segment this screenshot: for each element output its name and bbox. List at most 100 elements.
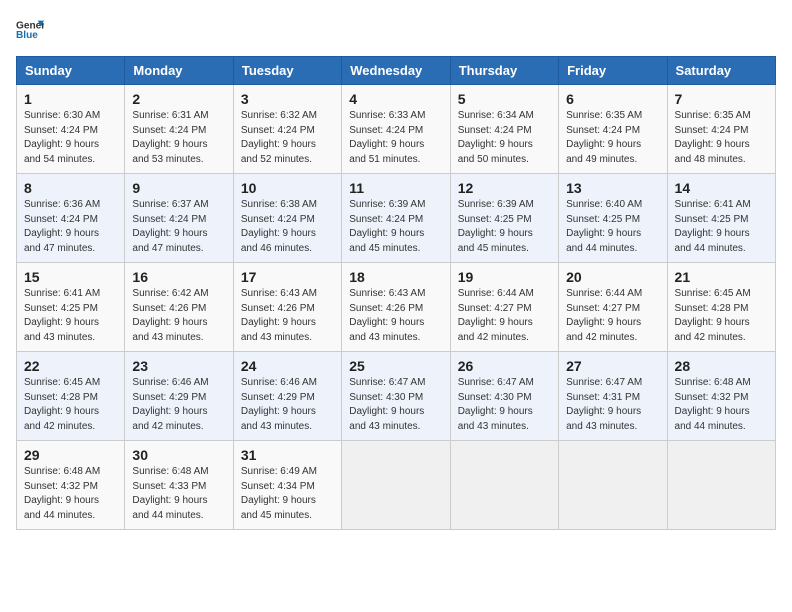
calendar-week-2: 8 Sunrise: 6:36 AMSunset: 4:24 PMDaylight… bbox=[17, 174, 776, 263]
day-info: Sunrise: 6:47 AMSunset: 4:30 PMDaylight:… bbox=[458, 376, 551, 434]
day-info: Sunrise: 6:34 AMSunset: 4:24 PMDaylight:… bbox=[458, 109, 551, 167]
day-number: 9 bbox=[132, 180, 225, 196]
calendar-cell: 5 Sunrise: 6:34 AMSunset: 4:24 PMDaylight… bbox=[450, 85, 558, 174]
day-info: Sunrise: 6:45 AMSunset: 4:28 PMDaylight:… bbox=[24, 376, 117, 434]
day-number: 18 bbox=[349, 269, 442, 285]
calendar-cell: 25 Sunrise: 6:47 AMSunset: 4:30 PMDayligh… bbox=[342, 352, 450, 441]
day-number: 14 bbox=[675, 180, 768, 196]
day-info: Sunrise: 6:44 AMSunset: 4:27 PMDaylight:… bbox=[458, 287, 551, 345]
day-info: Sunrise: 6:39 AMSunset: 4:25 PMDaylight:… bbox=[458, 198, 551, 256]
day-number: 16 bbox=[132, 269, 225, 285]
day-number: 5 bbox=[458, 91, 551, 107]
day-number: 23 bbox=[132, 358, 225, 374]
calendar-cell: 4 Sunrise: 6:33 AMSunset: 4:24 PMDaylight… bbox=[342, 85, 450, 174]
calendar-header: SundayMondayTuesdayWednesdayThursdayFrid… bbox=[17, 57, 776, 85]
calendar-cell bbox=[559, 441, 667, 530]
calendar-cell: 31 Sunrise: 6:49 AMSunset: 4:34 PMDayligh… bbox=[233, 441, 341, 530]
day-number: 24 bbox=[241, 358, 334, 374]
day-info: Sunrise: 6:46 AMSunset: 4:29 PMDaylight:… bbox=[132, 376, 225, 434]
day-number: 8 bbox=[24, 180, 117, 196]
day-info: Sunrise: 6:32 AMSunset: 4:24 PMDaylight:… bbox=[241, 109, 334, 167]
day-number: 6 bbox=[566, 91, 659, 107]
calendar-cell: 26 Sunrise: 6:47 AMSunset: 4:30 PMDayligh… bbox=[450, 352, 558, 441]
day-info: Sunrise: 6:47 AMSunset: 4:30 PMDaylight:… bbox=[349, 376, 442, 434]
calendar-cell bbox=[450, 441, 558, 530]
day-number: 29 bbox=[24, 447, 117, 463]
calendar-cell: 13Sunrise: 6:40 AMSunset: 4:25 PMDayligh… bbox=[559, 174, 667, 263]
day-info: Sunrise: 6:36 AMSunset: 4:24 PMDaylight:… bbox=[24, 198, 117, 256]
day-info: Sunrise: 6:33 AMSunset: 4:24 PMDaylight:… bbox=[349, 109, 442, 167]
day-number: 4 bbox=[349, 91, 442, 107]
day-number: 7 bbox=[675, 91, 768, 107]
calendar-cell: 20Sunrise: 6:44 AMSunset: 4:27 PMDayligh… bbox=[559, 263, 667, 352]
calendar-week-3: 15Sunrise: 6:41 AMSunset: 4:25 PMDayligh… bbox=[17, 263, 776, 352]
day-info: Sunrise: 6:31 AMSunset: 4:24 PMDaylight:… bbox=[132, 109, 225, 167]
calendar-cell: 19 Sunrise: 6:44 AMSunset: 4:27 PMDayligh… bbox=[450, 263, 558, 352]
day-number: 10 bbox=[241, 180, 334, 196]
calendar-cell: 1Sunrise: 6:30 AMSunset: 4:24 PMDaylight… bbox=[17, 85, 125, 174]
day-number: 2 bbox=[132, 91, 225, 107]
logo: General Blue bbox=[16, 16, 44, 44]
day-number: 25 bbox=[349, 358, 442, 374]
calendar-cell: 12Sunrise: 6:39 AMSunset: 4:25 PMDayligh… bbox=[450, 174, 558, 263]
day-info: Sunrise: 6:38 AMSunset: 4:24 PMDaylight:… bbox=[241, 198, 334, 256]
day-info: Sunrise: 6:48 AMSunset: 4:32 PMDaylight:… bbox=[675, 376, 768, 434]
calendar-week-1: 1Sunrise: 6:30 AMSunset: 4:24 PMDaylight… bbox=[17, 85, 776, 174]
calendar-week-5: 29Sunrise: 6:48 AMSunset: 4:32 PMDayligh… bbox=[17, 441, 776, 530]
day-number: 28 bbox=[675, 358, 768, 374]
svg-text:Blue: Blue bbox=[16, 30, 38, 41]
day-info: Sunrise: 6:42 AMSunset: 4:26 PMDaylight:… bbox=[132, 287, 225, 345]
day-info: Sunrise: 6:43 AMSunset: 4:26 PMDaylight:… bbox=[241, 287, 334, 345]
day-number: 27 bbox=[566, 358, 659, 374]
calendar-table: SundayMondayTuesdayWednesdayThursdayFrid… bbox=[16, 56, 776, 530]
day-number: 21 bbox=[675, 269, 768, 285]
day-info: Sunrise: 6:45 AMSunset: 4:28 PMDaylight:… bbox=[675, 287, 768, 345]
calendar-cell: 9 Sunrise: 6:37 AMSunset: 4:24 PMDaylight… bbox=[125, 174, 233, 263]
day-info: Sunrise: 6:39 AMSunset: 4:24 PMDaylight:… bbox=[349, 198, 442, 256]
calendar-cell: 2 Sunrise: 6:31 AMSunset: 4:24 PMDaylight… bbox=[125, 85, 233, 174]
calendar-cell: 3 Sunrise: 6:32 AMSunset: 4:24 PMDaylight… bbox=[233, 85, 341, 174]
calendar-cell: 7Sunrise: 6:35 AMSunset: 4:24 PMDaylight… bbox=[667, 85, 775, 174]
day-info: Sunrise: 6:49 AMSunset: 4:34 PMDaylight:… bbox=[241, 465, 334, 523]
calendar-body: 1Sunrise: 6:30 AMSunset: 4:24 PMDaylight… bbox=[17, 85, 776, 530]
calendar-week-4: 22Sunrise: 6:45 AMSunset: 4:28 PMDayligh… bbox=[17, 352, 776, 441]
calendar-cell bbox=[667, 441, 775, 530]
day-number: 15 bbox=[24, 269, 117, 285]
calendar-cell: 29Sunrise: 6:48 AMSunset: 4:32 PMDayligh… bbox=[17, 441, 125, 530]
calendar-cell: 6 Sunrise: 6:35 AMSunset: 4:24 PMDaylight… bbox=[559, 85, 667, 174]
calendar-cell: 17 Sunrise: 6:43 AMSunset: 4:26 PMDayligh… bbox=[233, 263, 341, 352]
day-number: 26 bbox=[458, 358, 551, 374]
day-info: Sunrise: 6:47 AMSunset: 4:31 PMDaylight:… bbox=[566, 376, 659, 434]
day-number: 3 bbox=[241, 91, 334, 107]
header-wednesday: Wednesday bbox=[342, 57, 450, 85]
calendar-cell: 22Sunrise: 6:45 AMSunset: 4:28 PMDayligh… bbox=[17, 352, 125, 441]
header-sunday: Sunday bbox=[17, 57, 125, 85]
day-info: Sunrise: 6:41 AMSunset: 4:25 PMDaylight:… bbox=[675, 198, 768, 256]
day-number: 11 bbox=[349, 180, 442, 196]
header-monday: Monday bbox=[125, 57, 233, 85]
day-info: Sunrise: 6:35 AMSunset: 4:24 PMDaylight:… bbox=[566, 109, 659, 167]
day-info: Sunrise: 6:30 AMSunset: 4:24 PMDaylight:… bbox=[24, 109, 117, 167]
header-friday: Friday bbox=[559, 57, 667, 85]
calendar-cell: 8 Sunrise: 6:36 AMSunset: 4:24 PMDaylight… bbox=[17, 174, 125, 263]
header-tuesday: Tuesday bbox=[233, 57, 341, 85]
day-number: 31 bbox=[241, 447, 334, 463]
calendar-cell: 23 Sunrise: 6:46 AMSunset: 4:29 PMDayligh… bbox=[125, 352, 233, 441]
day-info: Sunrise: 6:37 AMSunset: 4:24 PMDaylight:… bbox=[132, 198, 225, 256]
calendar-cell: 11 Sunrise: 6:39 AMSunset: 4:24 PMDayligh… bbox=[342, 174, 450, 263]
page-header: General Blue bbox=[16, 16, 776, 44]
logo-icon: General Blue bbox=[16, 16, 44, 44]
day-info: Sunrise: 6:48 AMSunset: 4:33 PMDaylight:… bbox=[132, 465, 225, 523]
day-info: Sunrise: 6:44 AMSunset: 4:27 PMDaylight:… bbox=[566, 287, 659, 345]
day-number: 19 bbox=[458, 269, 551, 285]
calendar-cell: 21 Sunrise: 6:45 AMSunset: 4:28 PMDayligh… bbox=[667, 263, 775, 352]
calendar-cell: 24 Sunrise: 6:46 AMSunset: 4:29 PMDayligh… bbox=[233, 352, 341, 441]
calendar-cell: 10 Sunrise: 6:38 AMSunset: 4:24 PMDayligh… bbox=[233, 174, 341, 263]
day-info: Sunrise: 6:46 AMSunset: 4:29 PMDaylight:… bbox=[241, 376, 334, 434]
header-saturday: Saturday bbox=[667, 57, 775, 85]
calendar-cell: 18Sunrise: 6:43 AMSunset: 4:26 PMDayligh… bbox=[342, 263, 450, 352]
calendar-cell: 27 Sunrise: 6:47 AMSunset: 4:31 PMDayligh… bbox=[559, 352, 667, 441]
day-number: 13 bbox=[566, 180, 659, 196]
calendar-cell: 30Sunrise: 6:48 AMSunset: 4:33 PMDayligh… bbox=[125, 441, 233, 530]
day-number: 17 bbox=[241, 269, 334, 285]
